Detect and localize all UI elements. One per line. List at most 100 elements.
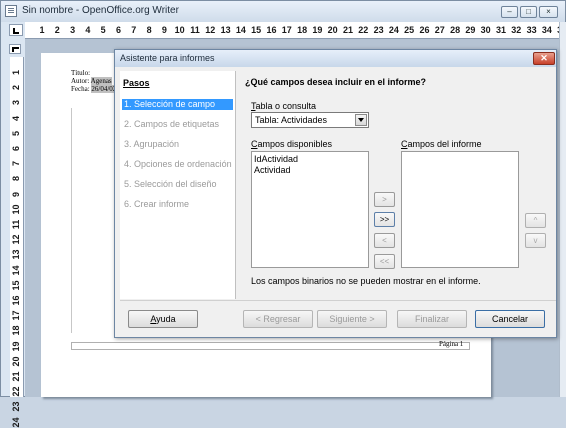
ruler-tick-label: 16 [266,25,277,35]
ruler-tick-label: 3 [11,100,21,106]
steps-pane: Pasos 1. Selección de campo 2. Campos de… [120,71,236,299]
ruler-tick-label: 1 [11,70,21,76]
ruler-tick-label: 15 [251,25,262,35]
available-fields-label: Campos disponibles [251,139,333,149]
author-field: Agenas [90,77,112,85]
move-field-up-button[interactable]: ^ [525,213,546,228]
ruler-tick-label: 23 [11,401,21,412]
ruler-tick-label: 31 [495,25,506,35]
report-fields-list[interactable] [401,151,519,268]
step-field-selection[interactable]: 1. Selección de campo [122,99,233,110]
step-grouping[interactable]: 3. Agrupación [122,139,233,150]
ruler-tick-label: 25 [404,25,415,35]
ruler-tick-label: 17 [281,25,292,35]
ruler-tick-label: 12 [205,25,216,35]
ruler-tick-label: 5 [11,130,21,136]
next-button[interactable]: Siguiente > [317,310,387,328]
writer-document-icon [5,5,17,17]
close-icon[interactable]: ✕ [533,52,555,65]
close-icon[interactable]: × [539,6,558,18]
remove-field-button[interactable]: < [374,233,395,248]
ruler-tick-label: 21 [11,371,21,382]
ruler-tick-label: 16 [11,295,21,306]
ruler-tick-label: 19 [11,341,21,352]
vertical-ruler[interactable]: 1 2 3 4 5 6 7 8 9 10 11 12 13 14 15 16 17 18 19 20 21 22 23 24 [10,57,24,427]
move-field-down-button[interactable]: v [525,233,546,248]
ruler-tick-label: 24 [11,417,21,428]
ruler-tick-label: 26 [419,25,430,35]
ruler-tick-label: 19 [312,25,323,35]
ruler-tick-label: 7 [131,25,137,35]
ruler-tick-label: 3 [70,25,76,35]
ruler-tick-label: 30 [480,25,491,35]
ruler-tick-label: 2 [11,85,21,91]
ruler-tick-label: 7 [11,161,21,167]
author-label: Autor: [71,77,90,85]
ruler-tick-label: 8 [146,25,152,35]
ruler-tick-label: 23 [373,25,384,35]
table-or-query-select[interactable]: Tabla: Actividades [251,112,369,128]
date-field: 26/04/02 [91,85,117,93]
ruler-tick-label: 17 [11,310,21,321]
ruler-tick-label: 22 [11,386,21,397]
table-or-query-label: Tabla o consulta [251,101,317,111]
page-text-boundary [71,108,72,333]
ruler-tick-label: 18 [297,25,308,35]
binary-fields-note: Los campos binarios no se pueden mostrar… [251,276,481,286]
dialog-title-bar[interactable]: Asistente para informes ✕ [115,50,556,67]
available-fields-list[interactable]: IdActividad Actividad [251,151,369,268]
step-question: ¿Qué campos desea incluir en el informe? [245,77,427,87]
ruler-tick-label: 5 [100,25,106,35]
chevron-down-icon[interactable] [355,114,367,126]
report-fields-label: Campos del informe [401,139,482,149]
step-sort-options[interactable]: 4. Opciones de ordenación [122,159,233,170]
ruler-tick-label: 9 [161,25,167,35]
step-create-report[interactable]: 6. Crear informe [122,199,233,210]
ruler-tick-label: 20 [11,356,21,367]
ruler-tick-label: 4 [11,115,21,121]
vertical-scrollbar[interactable] [559,22,566,397]
ruler-tick-label: 10 [11,204,21,215]
list-item[interactable]: IdActividad [254,154,298,164]
ruler-tick-label: 22 [358,25,369,35]
title-label: Título: [71,69,91,77]
list-item[interactable]: Actividad [254,165,291,175]
minimize-icon[interactable]: – [501,6,518,18]
finish-button[interactable]: Finalizar [397,310,467,328]
ruler-tick-label: 6 [115,25,121,35]
remove-all-fields-button[interactable]: << [374,254,395,269]
dialog-divider [120,300,556,301]
horizontal-ruler[interactable]: 1 2 3 4 5 6 7 8 9 10 11 12 13 14 15 16 17 18 19 20 21 22 23 24 2… [25,22,566,39]
step-layout-selection[interactable]: 5. Selección del diseño [122,179,233,190]
ruler-tick-label: 6 [11,146,21,152]
ruler-tick-label: 13 [220,25,231,35]
ruler-tick-label: 28 [450,25,461,35]
table-select-value: Tabla: Actividades [255,115,328,125]
ruler-tick-label: 9 [11,191,21,197]
ruler-tick-label: 18 [11,325,21,336]
page-footer-frame [71,342,470,350]
tab-stop-icon[interactable] [9,44,21,54]
ruler-tick-label: 34 [541,25,552,35]
report-wizard-dialog: Asistente para informes ✕ Pasos 1. Selec… [114,49,557,338]
help-button[interactable]: Ayuda [128,310,198,328]
maximize-icon[interactable]: □ [520,6,537,18]
ruler-tick-label: 15 [11,280,21,291]
step-label-fields[interactable]: 2. Campos de etiquetas [122,119,233,130]
cancel-button[interactable]: Cancelar [475,310,545,328]
ruler-tick-label: 32 [511,25,522,35]
ruler-tick-label: 8 [11,176,21,182]
ruler-tick-label: 27 [434,25,445,35]
ruler-tab-type-icon[interactable] [9,24,23,36]
ruler-tick-label: 13 [11,249,21,260]
ruler-tick-label: 14 [235,25,246,35]
window-title: Sin nombre - OpenOffice.org Writer [22,5,179,16]
steps-title: Pasos [123,78,150,88]
title-bar[interactable]: Sin nombre - OpenOffice.org Writer – □ × [1,1,565,22]
add-field-button[interactable]: > [374,192,395,207]
back-button[interactable]: < Regresar [243,310,313,328]
ruler-tick-label: 2 [54,25,60,35]
ruler-tick-label: 11 [11,219,21,230]
add-all-fields-button[interactable]: >> [374,212,395,227]
ruler-tick-label: 12 [11,234,21,245]
